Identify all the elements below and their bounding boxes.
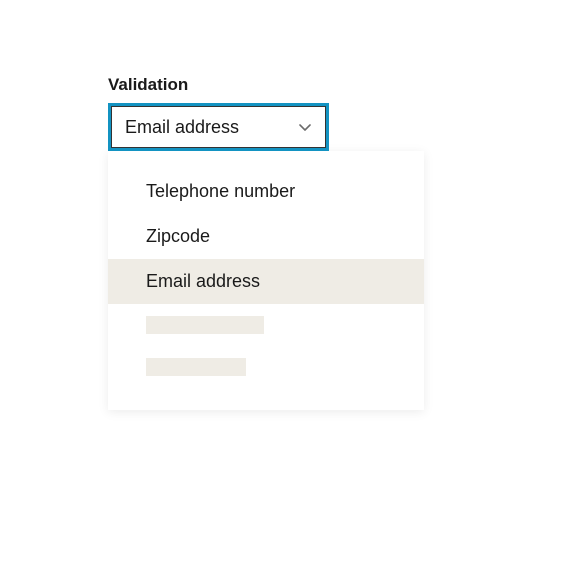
option-loading-placeholder (108, 346, 424, 388)
field-label: Validation (108, 75, 424, 95)
chevron-down-icon (298, 120, 312, 134)
option-email-address[interactable]: Email address (108, 259, 424, 304)
skeleton-bar (146, 358, 246, 376)
select-value: Email address (125, 117, 239, 138)
option-telephone-number[interactable]: Telephone number (108, 169, 424, 214)
validation-select[interactable]: Email address (108, 103, 329, 151)
skeleton-bar (146, 316, 264, 334)
option-loading-placeholder (108, 304, 424, 346)
option-zipcode[interactable]: Zipcode (108, 214, 424, 259)
dropdown-menu: Telephone number Zipcode Email address (108, 151, 424, 410)
